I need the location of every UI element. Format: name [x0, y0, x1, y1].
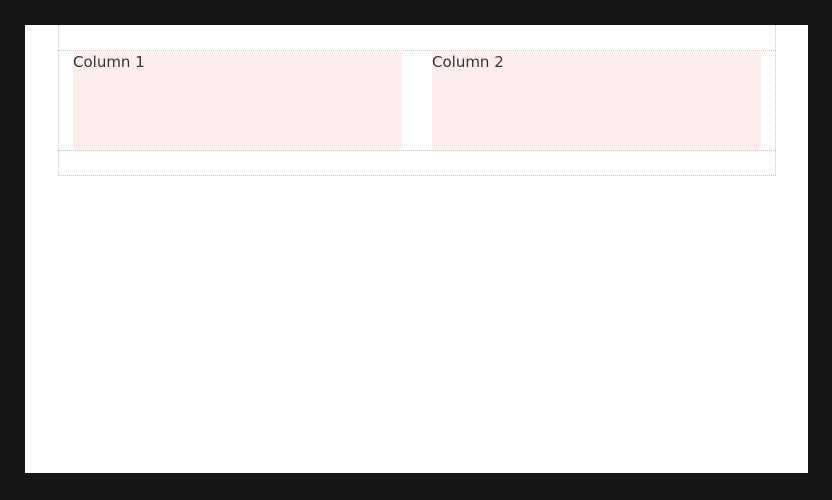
- column-1-label: Column 1: [73, 53, 145, 71]
- page-canvas: Column 1 Column 2: [25, 25, 808, 473]
- column-1[interactable]: Column 1: [73, 51, 402, 150]
- column-2[interactable]: Column 2: [432, 51, 761, 150]
- column-2-label: Column 2: [432, 53, 504, 71]
